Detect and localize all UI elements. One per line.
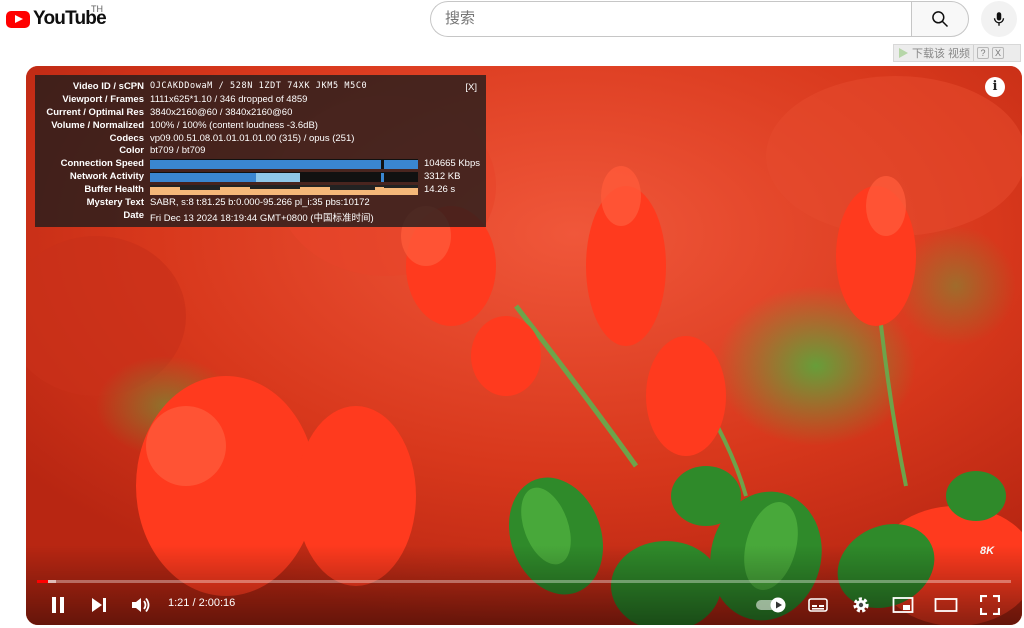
pause-button[interactable] bbox=[46, 594, 70, 616]
stat-label: Network Activity bbox=[69, 171, 144, 183]
stat-row-viewport: Viewport / Frames 1111x625*1.10 / 346 dr… bbox=[35, 94, 486, 107]
autoplay-toggle-icon bbox=[756, 597, 786, 613]
stat-row-buffer-health: Buffer Health 14.26 s bbox=[35, 184, 486, 197]
stat-row-date: Date Fri Dec 13 2024 18:19:44 GMT+0800 (… bbox=[35, 209, 486, 224]
fullscreen-button[interactable] bbox=[978, 593, 1002, 617]
stat-label: Mystery Text bbox=[86, 197, 144, 209]
buffer-health-graph bbox=[150, 185, 418, 196]
info-icon[interactable]: i bbox=[985, 77, 1005, 97]
stat-value: 100% / 100% (content loudness -3.6dB) bbox=[150, 119, 318, 131]
autoplay-toggle[interactable] bbox=[755, 597, 789, 613]
stat-row-resolution: Current / Optimal Res 3840x2160@60 / 384… bbox=[35, 107, 486, 120]
progress-played bbox=[37, 580, 48, 583]
download-help-button[interactable]: ? bbox=[977, 47, 990, 59]
microphone-icon bbox=[993, 12, 1005, 26]
stat-label: Connection Speed bbox=[60, 158, 144, 170]
search-icon bbox=[932, 11, 949, 28]
stat-value: vp09.00.51.08.01.01.01.01.00 (315) / opu… bbox=[150, 132, 355, 144]
stat-value: 104665 Kbps bbox=[424, 158, 480, 170]
stat-label: Date bbox=[123, 209, 144, 221]
theater-mode-button[interactable] bbox=[933, 594, 959, 616]
miniplayer-icon bbox=[892, 597, 914, 613]
search-box[interactable] bbox=[430, 1, 912, 37]
connection-speed-graph bbox=[150, 159, 418, 170]
search-button[interactable] bbox=[911, 1, 969, 37]
stat-row-connection-speed: Connection Speed 104665 Kbps bbox=[35, 158, 486, 171]
play-triangle-icon bbox=[899, 48, 908, 58]
stat-value: SABR, s:8 t:81.25 b:0.000-95.266 pl_i:35… bbox=[150, 197, 370, 209]
mute-button[interactable] bbox=[129, 593, 153, 617]
video-player[interactable]: [X] Video ID / sCPN OJCAKDDowaM / 528N 1… bbox=[26, 66, 1022, 625]
stat-label: Color bbox=[119, 145, 144, 157]
stat-label: Buffer Health bbox=[84, 184, 144, 196]
stat-row-volume: Volume / Normalized 100% / 100% (content… bbox=[35, 120, 486, 133]
stat-value: Fri Dec 13 2024 18:19:44 GMT+0800 (中国标准时… bbox=[150, 212, 374, 224]
theater-mode-icon bbox=[934, 598, 958, 612]
stat-value: OJCAKDDowaM / 528N 1ZDT 74XK JKM5 M5C0 bbox=[150, 81, 368, 91]
pause-icon bbox=[52, 597, 64, 613]
download-label: 下载该 视频 bbox=[912, 48, 971, 60]
stat-row-color: Color bt709 / bt709 bbox=[35, 145, 486, 158]
stat-value: 1111x625*1.10 / 346 dropped of 4859 bbox=[150, 93, 308, 105]
download-toolbar: 下载该 视频 ? X bbox=[893, 44, 1021, 62]
miniplayer-button[interactable] bbox=[891, 594, 915, 616]
network-activity-graph bbox=[150, 172, 418, 183]
next-icon bbox=[92, 598, 106, 612]
volume-icon bbox=[132, 597, 150, 613]
stat-value: bt709 / bt709 bbox=[150, 145, 206, 157]
stat-row-network-activity: Network Activity 3312 KB bbox=[35, 171, 486, 184]
stat-value: 3312 KB bbox=[424, 171, 461, 183]
fullscreen-icon bbox=[980, 595, 1000, 615]
progress-bar[interactable] bbox=[37, 580, 1011, 583]
voice-search-button[interactable] bbox=[981, 1, 1017, 37]
masthead: YouTube TH bbox=[0, 0, 1024, 40]
stat-label: Codecs bbox=[109, 132, 144, 144]
stat-label: Current / Optimal Res bbox=[46, 106, 144, 118]
subtitles-icon bbox=[808, 598, 828, 612]
next-button[interactable] bbox=[87, 594, 111, 616]
stat-label: Video ID / sCPN bbox=[72, 81, 144, 92]
download-video-button[interactable]: 下载该 视频 bbox=[894, 45, 975, 61]
download-close-button[interactable]: X bbox=[992, 47, 1005, 59]
stat-value: 3840x2160@60 / 3840x2160@60 bbox=[150, 106, 293, 118]
stat-label: Volume / Normalized bbox=[51, 119, 144, 131]
stat-label: Viewport / Frames bbox=[62, 93, 144, 105]
stat-row-mystery-text: Mystery Text SABR, s:8 t:81.25 b:0.000-9… bbox=[35, 197, 486, 210]
region-code: TH bbox=[91, 4, 103, 14]
time-display: 1:21 / 2:00:16 bbox=[168, 597, 236, 609]
gear-icon bbox=[853, 597, 869, 613]
youtube-play-icon bbox=[6, 10, 30, 28]
stat-row-codecs: Codecs vp09.00.51.08.01.01.01.01.00 (315… bbox=[35, 133, 486, 146]
search-input[interactable] bbox=[445, 10, 895, 27]
stat-value: 14.26 s bbox=[424, 184, 456, 196]
stat-row-video-id: Video ID / sCPN OJCAKDDowaM / 528N 1ZDT … bbox=[35, 81, 486, 94]
subtitles-button[interactable] bbox=[806, 595, 830, 615]
settings-button[interactable] bbox=[849, 593, 873, 617]
stats-for-nerds-panel: [X] Video ID / sCPN OJCAKDDowaM / 528N 1… bbox=[35, 75, 486, 227]
